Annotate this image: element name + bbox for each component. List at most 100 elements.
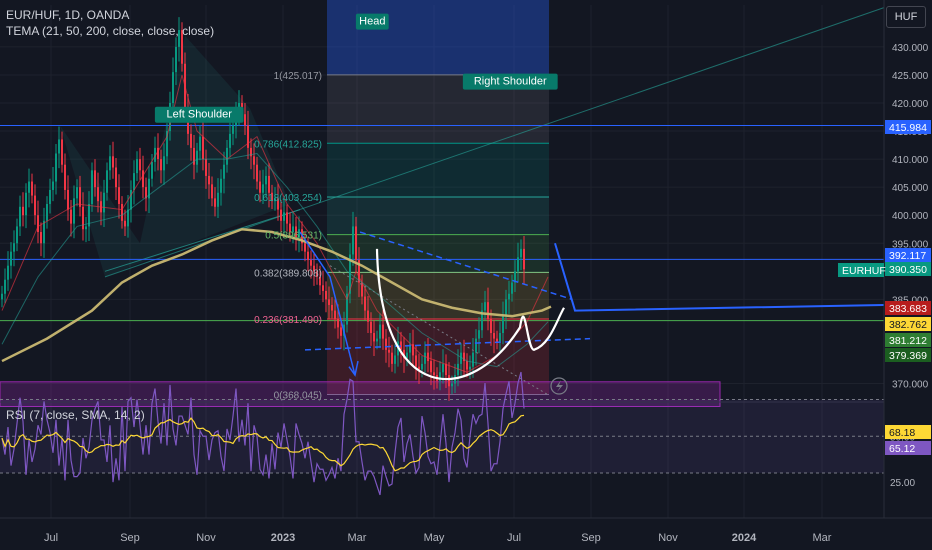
time-tick-label: Jul bbox=[44, 532, 58, 544]
fib-zone bbox=[327, 234, 549, 273]
candle-body bbox=[175, 46, 177, 73]
candle-body bbox=[127, 209, 129, 227]
candle-body bbox=[229, 133, 231, 148]
candle-body bbox=[133, 173, 135, 190]
pattern-label: Right Shoulder bbox=[474, 76, 547, 88]
candle-body bbox=[334, 310, 336, 319]
candle-body bbox=[511, 282, 513, 294]
candle-body bbox=[451, 383, 453, 387]
pattern-label: Head bbox=[359, 16, 385, 28]
fib-level-label: 0.236(381.490) bbox=[254, 315, 322, 326]
time-tick-label: Jul bbox=[507, 532, 521, 544]
price-tag: 415.984 bbox=[889, 122, 927, 134]
candle-body bbox=[163, 156, 165, 171]
candle-body bbox=[115, 167, 117, 188]
candle-body bbox=[307, 251, 309, 261]
candle-body bbox=[118, 187, 120, 204]
candle-body bbox=[151, 161, 153, 179]
candle-body bbox=[337, 318, 339, 328]
price-tag: 382.762 bbox=[889, 319, 927, 331]
candle-body bbox=[373, 333, 375, 342]
candle-body bbox=[226, 147, 228, 165]
candle-body bbox=[445, 363, 447, 376]
candle-body bbox=[28, 181, 30, 193]
candle-body bbox=[46, 203, 48, 221]
price-tag: 379.369 bbox=[889, 350, 927, 362]
price-tick-label: 410.000 bbox=[892, 155, 929, 166]
time-tick-label: 2024 bbox=[732, 532, 757, 544]
time-tick-label: Sep bbox=[120, 532, 140, 544]
candle-body bbox=[268, 175, 270, 193]
candle-body bbox=[211, 184, 213, 199]
candle-body bbox=[142, 170, 144, 188]
time-tick-label: Sep bbox=[581, 532, 601, 544]
candle-body bbox=[217, 192, 219, 207]
price-tag: 381.212 bbox=[889, 335, 927, 347]
price-tick-label: 420.000 bbox=[892, 99, 929, 110]
candle-body bbox=[415, 355, 417, 367]
time-tick-label: Mar bbox=[813, 532, 832, 544]
time-tick-label: 2023 bbox=[271, 532, 295, 544]
currency-button[interactable]: HUF bbox=[886, 6, 926, 28]
price-tag: 390.350 bbox=[889, 264, 927, 276]
candle-body bbox=[199, 136, 201, 151]
candle-body bbox=[31, 181, 33, 196]
candle-body bbox=[139, 159, 141, 171]
candle-body bbox=[352, 226, 354, 255]
candle-body bbox=[388, 349, 390, 353]
price-tick-label: 400.000 bbox=[892, 211, 929, 222]
rsi-title: RSI (7, close, SMA, 14, 2) bbox=[6, 408, 145, 422]
candle-body bbox=[442, 363, 444, 373]
candle-body bbox=[10, 251, 12, 266]
candle-body bbox=[508, 293, 510, 300]
candle-body bbox=[73, 198, 75, 224]
time-tick-label: Nov bbox=[658, 532, 678, 544]
price-chart[interactable]: Head Right Shoulder Left Shoulder 1(425.017… bbox=[0, 0, 932, 550]
candle-body bbox=[34, 195, 36, 216]
symbol-tag: EURHUF bbox=[842, 265, 886, 277]
candle-body bbox=[85, 226, 87, 230]
candle-body bbox=[64, 164, 66, 190]
candle-body bbox=[328, 299, 330, 305]
candle-body bbox=[196, 150, 198, 165]
candle-body bbox=[205, 159, 207, 176]
candle-body bbox=[43, 220, 45, 244]
candle-body bbox=[37, 215, 39, 233]
candle-body bbox=[244, 114, 246, 126]
candle-body bbox=[433, 372, 435, 376]
candle-body bbox=[97, 187, 99, 202]
candle-body bbox=[253, 156, 255, 165]
rsi-tag: 65.12 bbox=[889, 443, 915, 455]
candle-body bbox=[382, 324, 384, 339]
candle-body bbox=[340, 327, 342, 336]
time-tick-label: Mar bbox=[348, 532, 367, 544]
candle-body bbox=[7, 265, 9, 280]
candle-body bbox=[13, 243, 15, 252]
candle-body bbox=[310, 260, 312, 266]
rsi-tick-label: 25.00 bbox=[890, 478, 915, 489]
candle-body bbox=[4, 279, 6, 294]
candle-body bbox=[172, 72, 174, 103]
candle-body bbox=[487, 302, 489, 319]
candle-body bbox=[505, 299, 507, 317]
candle-body bbox=[376, 338, 378, 342]
fib-zone bbox=[327, 196, 549, 235]
candle-body bbox=[103, 192, 105, 213]
candle-body bbox=[331, 304, 333, 311]
candle-body bbox=[223, 164, 225, 179]
candle-body bbox=[265, 175, 267, 185]
candle-body bbox=[520, 248, 522, 258]
candle-body bbox=[190, 133, 192, 148]
fib-level-label: 0.382(389.808) bbox=[254, 268, 322, 279]
candle-body bbox=[370, 321, 372, 334]
candle-body bbox=[112, 156, 114, 168]
candle-body bbox=[379, 324, 381, 339]
candle-body bbox=[478, 330, 480, 339]
candle-body bbox=[490, 318, 492, 334]
candle-body bbox=[49, 189, 51, 204]
candle-body bbox=[109, 156, 111, 171]
candle-body bbox=[469, 366, 471, 370]
candle-body bbox=[40, 232, 42, 244]
fib-level-label: 0.5(396.531) bbox=[265, 231, 322, 242]
candle-body bbox=[259, 181, 261, 193]
